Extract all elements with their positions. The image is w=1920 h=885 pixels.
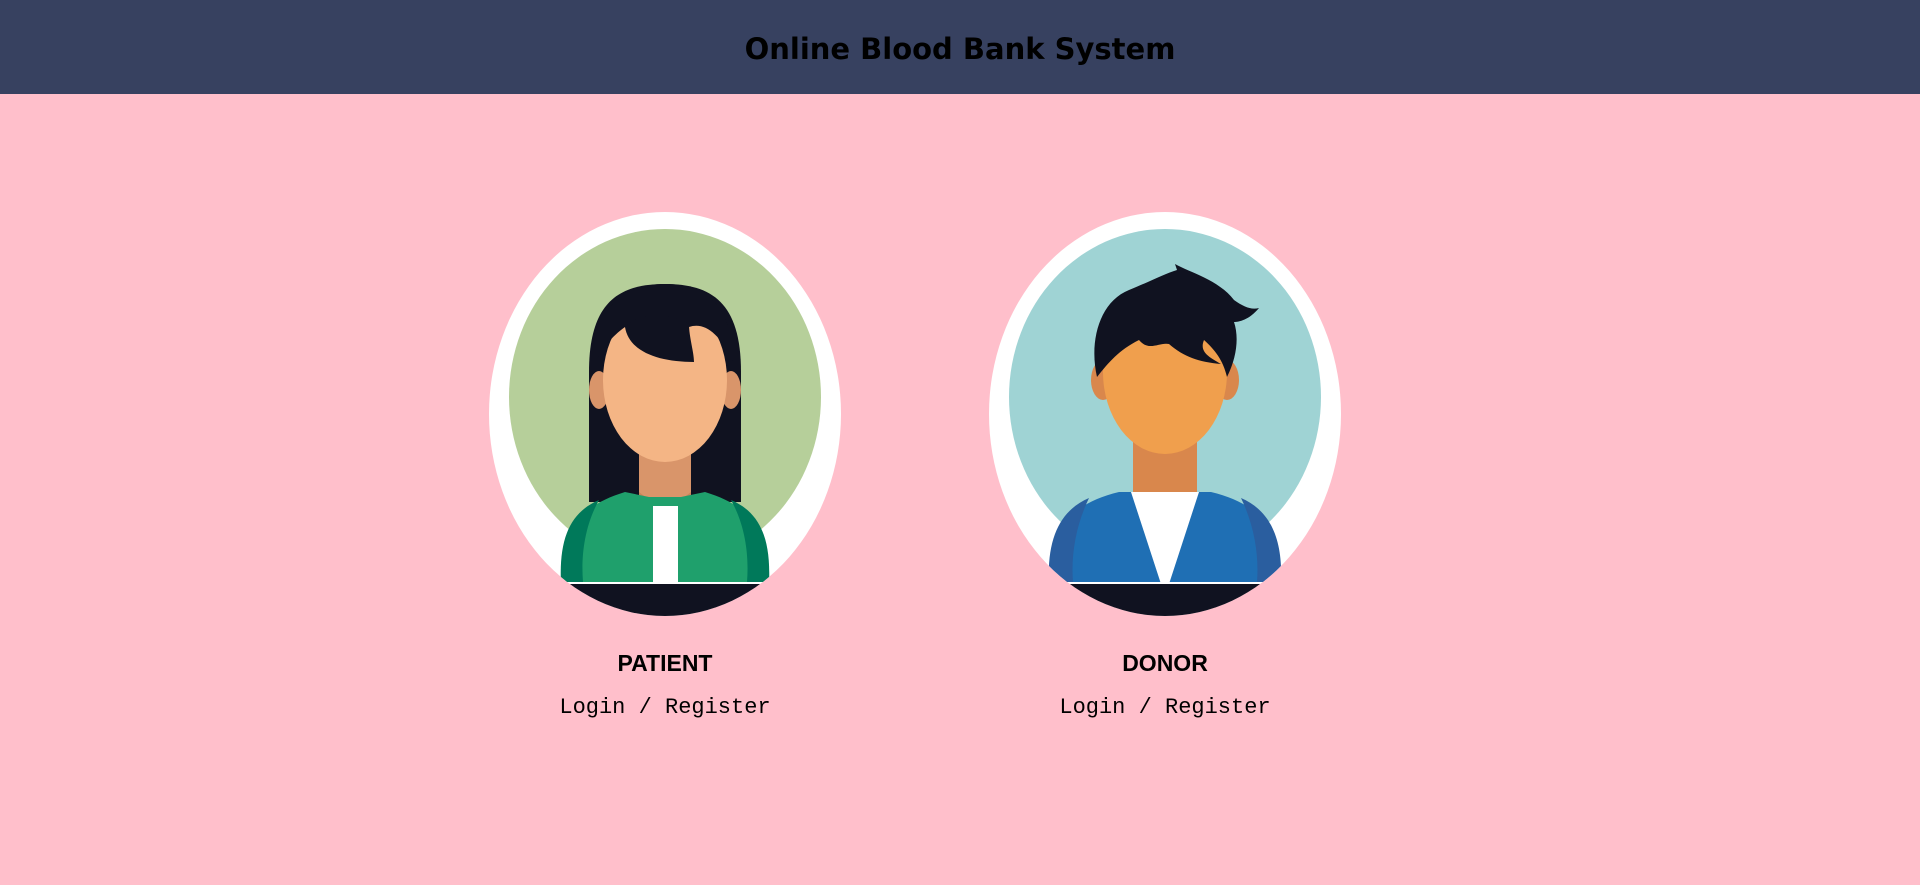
patient-login-register-link[interactable]: Login / Register xyxy=(559,695,770,720)
patient-card[interactable]: PATIENT Login / Register xyxy=(465,212,865,720)
page-header: Online Blood Bank System xyxy=(0,0,1920,94)
donor-login-register-link[interactable]: Login / Register xyxy=(1059,695,1270,720)
donor-card[interactable]: DONOR Login / Register xyxy=(965,212,1365,720)
donor-role-title: DONOR xyxy=(1122,650,1208,676)
patient-role-title: PATIENT xyxy=(617,650,713,676)
page-title: Online Blood Bank System xyxy=(744,32,1176,66)
female-avatar-icon[interactable] xyxy=(489,212,841,616)
male-avatar-icon[interactable] xyxy=(989,212,1341,616)
